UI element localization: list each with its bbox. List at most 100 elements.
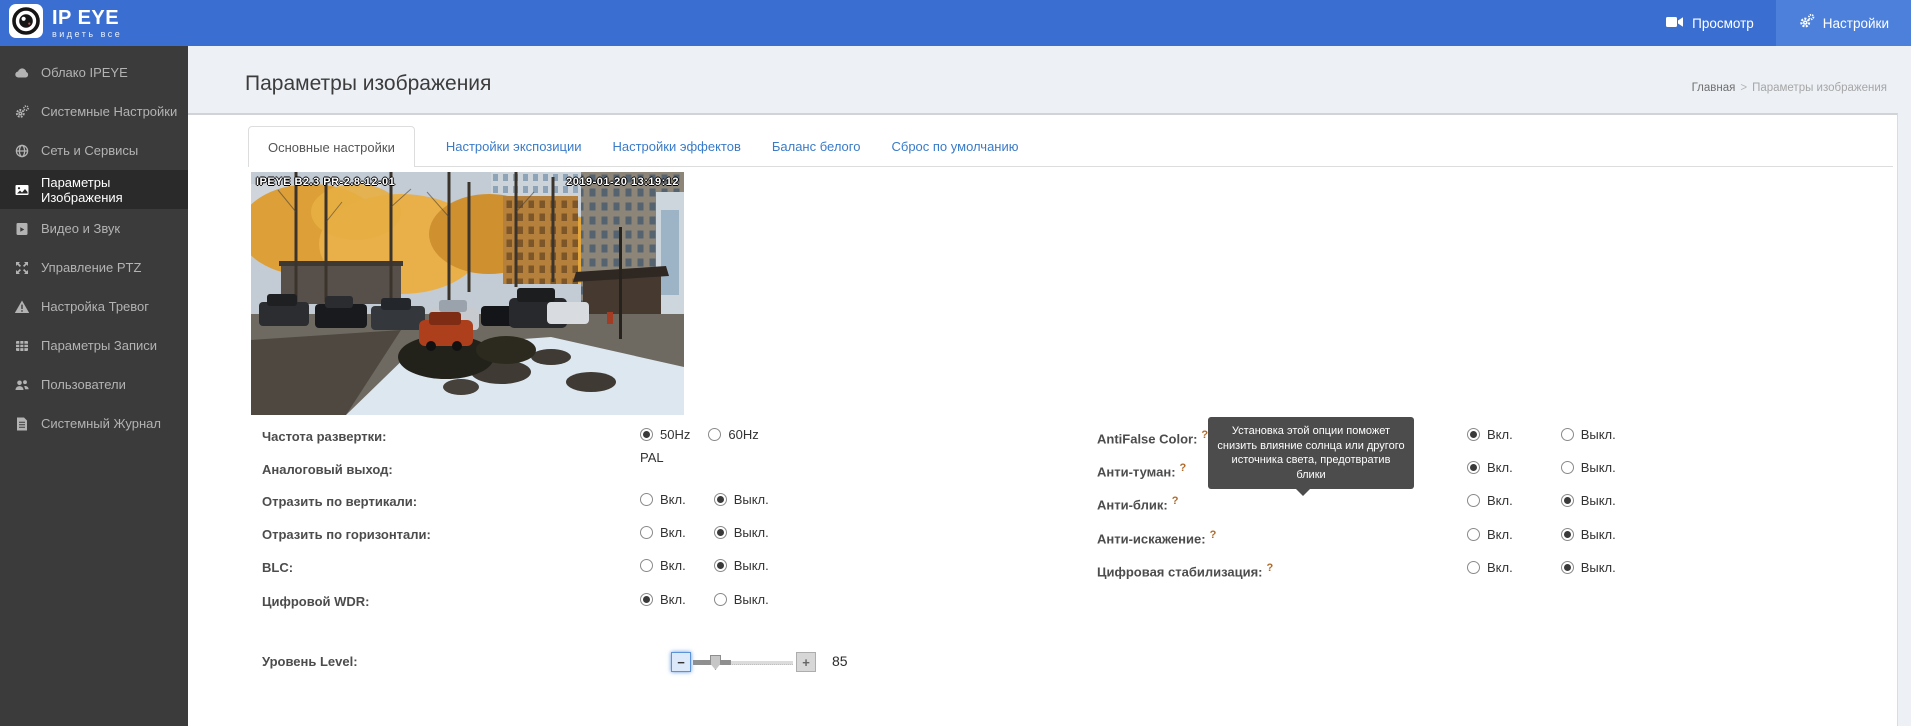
sidebar-item-label: Настройка Тревог (41, 299, 149, 314)
radio-circle-selected[interactable] (1561, 561, 1574, 574)
radio-on[interactable]: Вкл. (1467, 560, 1513, 575)
slider-minus-button[interactable]: − (671, 652, 691, 672)
tab-effects-settings[interactable]: Настройки эффектов (612, 139, 740, 154)
tab-exposure-settings[interactable]: Настройки экспозиции (446, 139, 582, 154)
nav-settings-button[interactable]: Настройки (1776, 0, 1911, 46)
image-icon (14, 182, 30, 198)
osd-timestamp: 2019-01-20 13:19:12 (566, 176, 679, 188)
help-tooltip: Установка этой опции поможет снизить вли… (1208, 417, 1414, 489)
radio-circle[interactable] (1467, 494, 1480, 507)
help-question-icon[interactable]: ? (1180, 462, 1187, 474)
radio-circle-selected[interactable] (1467, 461, 1480, 474)
row-digital-wdr: Цифровой WDR: Вкл. Выкл. (188, 592, 1911, 612)
slider-thumb[interactable] (710, 655, 721, 670)
radio-circle-selected[interactable] (1561, 528, 1574, 541)
radio-label[interactable]: Выкл. (1581, 527, 1616, 542)
sidebar-item-label: Видео и Звук (41, 221, 120, 236)
sidebar-item-image-params[interactable]: Параметры Изображения (0, 170, 188, 209)
cloud-icon (14, 65, 30, 81)
globe-icon (14, 143, 30, 159)
field-label: AntiFalse Color:? (1097, 429, 1208, 446)
breadcrumb: Главная>Параметры изображения (1692, 82, 1887, 94)
record-grid-icon (14, 338, 30, 354)
radio-on[interactable]: Вкл. (1467, 493, 1513, 508)
radio-label[interactable]: Вкл. (1487, 427, 1513, 442)
sidebar-item-system-log[interactable]: Системный Журнал (0, 404, 188, 443)
tab-white-balance[interactable]: Баланс белого (772, 139, 861, 154)
radio-off[interactable]: Выкл. (1561, 527, 1616, 542)
gears-icon (14, 104, 30, 120)
tab-reset-defaults[interactable]: Сброс по умолчанию (891, 139, 1018, 154)
radio-off[interactable]: Выкл. (1561, 493, 1616, 508)
radio-off[interactable]: Выкл. (1561, 560, 1616, 575)
slider-plus-button[interactable]: + (796, 652, 816, 672)
field-label: Анти-туман:? (1097, 462, 1186, 479)
radio-label[interactable]: Вкл. (1487, 460, 1513, 475)
nav-view-button[interactable]: Просмотр (1644, 0, 1776, 46)
navbar-actions: Просмотр Настройки (1644, 0, 1911, 46)
radio-label[interactable]: Выкл. (1581, 560, 1616, 575)
sidebar-item-ptz[interactable]: Управление PTZ (0, 248, 188, 287)
radio-label[interactable]: Выкл. (734, 592, 769, 607)
warning-icon (14, 299, 30, 315)
radio-circle[interactable] (1561, 461, 1574, 474)
radio-off[interactable]: Выкл. (1561, 427, 1616, 442)
radio-circle[interactable] (714, 593, 727, 606)
radio-label[interactable]: Вкл. (1487, 560, 1513, 575)
breadcrumb-home-link[interactable]: Главная (1692, 82, 1736, 94)
sidebar-item-system-settings[interactable]: Системные Настройки (0, 92, 188, 131)
radio-off[interactable]: Выкл. (1561, 460, 1616, 475)
field-label: Цифровая стабилизация:? (1097, 562, 1273, 579)
sidebar-item-alarms[interactable]: Настройка Тревог (0, 287, 188, 326)
radio-on[interactable]: Вкл. (1467, 427, 1513, 442)
video-camera-icon (1666, 16, 1684, 31)
radio-off[interactable]: Выкл. (714, 592, 769, 607)
sidebar-item-network[interactable]: Сеть и Сервисы (0, 131, 188, 170)
anti-distortion-radios: Вкл. Выкл. (1467, 527, 1616, 542)
sidebar-item-record-params[interactable]: Параметры Записи (0, 326, 188, 365)
radio-circle-selected[interactable] (1467, 428, 1480, 441)
level-value: 85 (832, 653, 848, 669)
slider-track[interactable] (693, 652, 793, 672)
help-question-icon[interactable]: ? (1210, 529, 1217, 541)
radio-circle[interactable] (1561, 428, 1574, 441)
digital-wdr-radios: Вкл. Выкл. (640, 592, 769, 607)
level-slider: − + (671, 651, 816, 673)
nav-settings-label: Настройки (1823, 16, 1889, 31)
camera-preview: IPEYE B2.3 PR-2.8-12-01 2019-01-20 13:19… (251, 172, 684, 415)
radio-label[interactable]: Выкл. (1581, 427, 1616, 442)
page-title: Параметры изображения (245, 72, 491, 96)
nav-view-label: Просмотр (1692, 16, 1754, 31)
radio-label[interactable]: Вкл. (1487, 493, 1513, 508)
radio-label[interactable]: Выкл. (1581, 493, 1616, 508)
radio-circle[interactable] (1467, 528, 1480, 541)
radio-on[interactable]: Вкл. (1467, 527, 1513, 542)
radio-on[interactable]: Вкл. (640, 592, 686, 607)
radio-circle-selected[interactable] (1561, 494, 1574, 507)
row-anti-fog: Анти-туман:? Вкл. Выкл. (188, 460, 1911, 480)
radio-label[interactable]: Выкл. (1581, 460, 1616, 475)
radio-on[interactable]: Вкл. (1467, 460, 1513, 475)
row-level: Уровень Level: (188, 652, 1911, 672)
radio-circle[interactable] (1467, 561, 1480, 574)
tab-basic-settings[interactable]: Основные настройки (248, 126, 415, 167)
sidebar-item-label: Параметры Записи (41, 338, 157, 353)
users-icon (14, 377, 30, 393)
help-question-icon[interactable]: ? (1267, 562, 1274, 574)
sidebar-item-users[interactable]: Пользователи (0, 365, 188, 404)
sidebar-item-label: Облако IPEYE (41, 65, 128, 80)
logo-title: IP EYE (52, 8, 122, 28)
sidebar: Облако IPEYE Системные Настройки Сеть и … (0, 46, 188, 726)
main-content: Параметры изображения Главная>Параметры … (188, 46, 1911, 726)
help-question-icon[interactable]: ? (1172, 495, 1179, 507)
anti-fog-radios: Вкл. Выкл. (1467, 460, 1616, 475)
sidebar-item-cloud[interactable]: Облако IPEYE (0, 53, 188, 92)
ptz-arrows-icon (14, 260, 30, 276)
radio-circle-selected[interactable] (640, 593, 653, 606)
radio-label[interactable]: Вкл. (1487, 527, 1513, 542)
top-navbar: IP EYE видеть все Просмотр (0, 0, 1911, 46)
logo[interactable]: IP EYE видеть все (0, 4, 122, 43)
sidebar-item-video-audio[interactable]: Видео и Звук (0, 209, 188, 248)
radio-label[interactable]: Вкл. (660, 592, 686, 607)
ipeye-eye-logo-icon (9, 4, 43, 43)
